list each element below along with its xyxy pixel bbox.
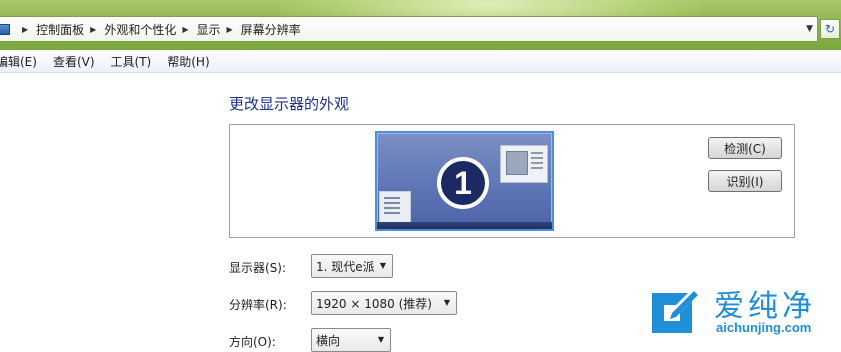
- mini-window-right: [500, 145, 548, 183]
- page-title: 更改显示器的外观: [229, 95, 350, 113]
- orientation-select-value: 横向: [316, 333, 341, 348]
- monitor-preview-icon[interactable]: 1: [375, 131, 554, 231]
- detect-button[interactable]: 检测(C): [708, 137, 782, 159]
- display-label: 显示器(S):: [229, 261, 287, 275]
- watermark-url: aichunjing.com: [716, 320, 812, 335]
- menu-bar: 编辑(E) 查看(V) 工具(T) 帮助(H): [0, 50, 841, 73]
- breadcrumb-item[interactable]: ▶ 显示: [176, 21, 220, 38]
- resolution-select-value: 1920 × 1080 (推荐): [316, 296, 432, 311]
- watermark-name: 爱纯净: [714, 289, 816, 324]
- chevron-right-icon[interactable]: ▶: [22, 25, 28, 34]
- refresh-button[interactable]: ↻: [820, 19, 840, 39]
- display-select-value: 1. 现代e派: [316, 259, 375, 274]
- mini-line: [384, 202, 400, 204]
- menu-view[interactable]: 查看(V): [53, 53, 95, 70]
- mini-window-left: [379, 191, 411, 223]
- window-chrome: ▶ 控制面板 ▶ 外观和个性化 ▶ 显示 ▶ 屏幕分辨率 ▼ ↻: [0, 0, 841, 50]
- mini-line: [531, 152, 543, 154]
- dropdown-arrow-icon: ▼: [443, 298, 450, 307]
- breadcrumb-item[interactable]: ▶ 控制面板: [16, 21, 84, 38]
- address-dropdown-icon[interactable]: ▼: [806, 24, 813, 34]
- orientation-select[interactable]: 横向 ▼: [311, 328, 391, 352]
- menu-tools[interactable]: 工具(T): [111, 53, 152, 70]
- mini-line: [384, 197, 400, 199]
- monitor-number-badge: 1: [437, 157, 489, 209]
- chevron-right-icon[interactable]: ▶: [90, 25, 96, 34]
- menu-edit[interactable]: 编辑(E): [0, 53, 37, 70]
- display-select[interactable]: 1. 现代e派 ▼: [311, 254, 393, 278]
- menu-help[interactable]: 帮助(H): [167, 53, 209, 70]
- orientation-label: 方向(O):: [229, 335, 276, 349]
- watermark-logo-icon: [652, 291, 698, 333]
- mini-line: [384, 207, 400, 209]
- refresh-icon: ↻: [824, 22, 836, 36]
- mini-line: [531, 167, 543, 169]
- address-bar[interactable]: ▶ 控制面板 ▶ 外观和个性化 ▶ 显示 ▶ 屏幕分辨率 ▼: [0, 16, 818, 42]
- breadcrumb-item[interactable]: ▶ 屏幕分辨率: [221, 21, 301, 38]
- resolution-select[interactable]: 1920 × 1080 (推荐) ▼: [311, 291, 457, 315]
- mini-line: [531, 157, 543, 159]
- computer-icon: [0, 23, 10, 35]
- mini-line: [531, 162, 543, 164]
- mini-line: [384, 212, 400, 214]
- dropdown-arrow-icon: ▼: [377, 335, 384, 344]
- identify-button[interactable]: 识别(I): [708, 170, 782, 192]
- breadcrumb-item[interactable]: ▶ 外观和个性化: [84, 21, 176, 38]
- chevron-right-icon[interactable]: ▶: [182, 25, 188, 34]
- chevron-right-icon[interactable]: ▶: [227, 25, 233, 34]
- mini-pane: [506, 151, 528, 175]
- resolution-label: 分辨率(R):: [229, 298, 287, 312]
- mini-taskbar: [377, 222, 552, 229]
- dropdown-arrow-icon: ▼: [379, 261, 386, 270]
